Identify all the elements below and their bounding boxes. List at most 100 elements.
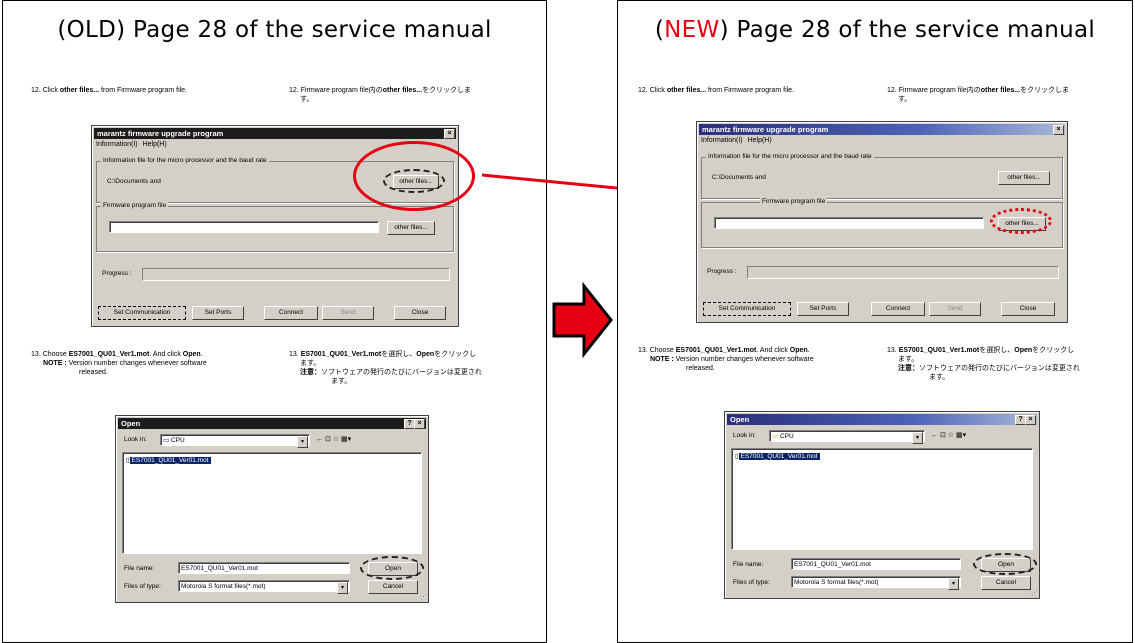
- look-in-value: CPU: [170, 437, 185, 444]
- file-list[interactable]: ▯ ES7001_QU01_Ver01.mot: [731, 448, 1033, 550]
- progress-bar: [142, 268, 450, 281]
- step-number: 12.: [31, 87, 41, 94]
- folder-icon: ▭: [772, 433, 779, 440]
- dialog-title: Open: [121, 419, 141, 428]
- group-label: Firmware program file: [101, 202, 169, 209]
- file-name-input[interactable]: ES7001_QU01_Ver01.mot: [791, 558, 961, 570]
- resize-grip-icon[interactable]: ⋰: [1031, 589, 1038, 597]
- files-of-type-select[interactable]: Motorola S format files(*.mot) ▾: [178, 580, 350, 594]
- note: NOTE : Version number changes whenever s…: [638, 356, 814, 363]
- send-button[interactable]: Send: [929, 302, 981, 316]
- file-name-input[interactable]: ES7001_QU01_Ver01.mot: [178, 562, 350, 574]
- send-button[interactable]: Send: [322, 306, 374, 320]
- note-text: ソフトウェアの発行のたびにバージョンは変更され: [919, 365, 1080, 372]
- look-in-select[interactable]: ▭ CPU ▾: [160, 434, 310, 448]
- close-icon[interactable]: ×: [1025, 415, 1036, 425]
- set-communication-button[interactable]: Set Communication: [98, 306, 186, 320]
- cancel-button[interactable]: Cancel: [981, 576, 1031, 590]
- dialog-titlebar: marantz firmware upgrade program ×: [699, 124, 1065, 135]
- info-file-path: C:\Documents and: [712, 174, 766, 181]
- chevron-down-icon[interactable]: ▾: [297, 436, 308, 448]
- dialog-titlebar: Open ? ×: [118, 418, 426, 429]
- cancel-button[interactable]: Cancel: [368, 580, 418, 594]
- other-files-button[interactable]: other files...: [998, 171, 1050, 185]
- close-icon[interactable]: ×: [1053, 125, 1064, 135]
- step-bold: ES7001_QU01_Ver1.mot: [300, 351, 382, 358]
- step-bold: Open: [182, 351, 201, 358]
- step-number: 12.: [638, 87, 648, 94]
- group-label: Information file for the micro processor…: [706, 153, 874, 160]
- note-text: ソフトウェアの発行のたびにバージョンは変更され: [321, 369, 482, 376]
- toolbar-icons[interactable]: ← ⊡ ☆ ▦▾: [316, 435, 351, 445]
- list-item[interactable]: ▯ ES7001_QU01_Ver01.mot: [126, 456, 211, 465]
- set-communication-button[interactable]: Set Communication: [703, 302, 791, 316]
- new-panel-title: (NEW) Page 28 of the service manual: [654, 17, 1096, 43]
- open-file-dialog: Open ? × Look in: ▭ CPU ▾ ← ⊡ ☆ ▦▾ ▯ ES70…: [115, 415, 429, 603]
- step-text: をクリックしま: [1020, 87, 1070, 94]
- note: NOTE : Version number changes whenever s…: [31, 360, 207, 367]
- step-text: を選択し、: [979, 347, 1015, 354]
- note-label: 注意：: [300, 369, 321, 376]
- title-text: Page 28 of the service manual: [736, 17, 1096, 43]
- chevron-down-icon[interactable]: ▾: [337, 582, 348, 594]
- file-name: ES7001_QU01_Ver01.mot: [738, 453, 820, 460]
- group-label: Firmware program file: [760, 198, 828, 205]
- menu-information[interactable]: Information(I): [96, 141, 138, 148]
- step-bold: Open: [416, 351, 435, 358]
- open-file-dialog: Open ? × Look in: ▭ CPU ▾ ← ⊡ ☆ ▦▾ ▯ ES70…: [724, 411, 1040, 599]
- note-text: Version number changes whenever software: [68, 360, 207, 367]
- other-files-button[interactable]: other files...: [387, 221, 435, 235]
- step-text: Firmware program file内の: [898, 87, 981, 94]
- note-text: released.: [79, 369, 108, 376]
- firmware-file-field[interactable]: [714, 217, 984, 229]
- firmware-upgrade-dialog: marantz firmware upgrade program × Infor…: [696, 121, 1068, 323]
- files-of-type-select[interactable]: Motorola S format files(*.mot) ▾: [791, 576, 961, 590]
- new-tag: NEW: [664, 17, 720, 43]
- menu-bar: Information(I) Help(H): [701, 137, 772, 144]
- menu-information[interactable]: Information(I): [701, 137, 743, 144]
- dialog-title: marantz firmware upgrade program: [702, 125, 829, 134]
- step-text: をクリックし: [434, 351, 477, 358]
- chevron-down-icon[interactable]: ▾: [948, 578, 959, 590]
- close-button[interactable]: Close: [394, 306, 446, 320]
- resize-grip-icon[interactable]: ⋰: [420, 593, 427, 601]
- dialog-title: Open: [730, 415, 750, 424]
- set-ports-button[interactable]: Set Ports: [797, 302, 849, 316]
- close-icon[interactable]: ×: [444, 129, 455, 139]
- note-text: ます。: [929, 374, 950, 381]
- step-text: from Firmware program file.: [706, 87, 795, 94]
- highlight-dashed-oval: [973, 553, 1037, 575]
- connect-button[interactable]: Connect: [871, 302, 925, 316]
- close-icon[interactable]: ×: [414, 419, 425, 429]
- step-text: . And click: [756, 347, 790, 354]
- step-number: 13.: [289, 351, 299, 358]
- menu-help[interactable]: Help(H): [748, 137, 772, 144]
- list-item[interactable]: ▯ ES7001_QU01_Ver01.mot: [735, 452, 820, 461]
- step-text: . And click: [149, 351, 183, 358]
- toolbar-icons[interactable]: ← ⊡ ☆ ▦▾: [931, 431, 966, 441]
- note-label: NOTE :: [43, 360, 69, 367]
- step-12-jp: 12. Firmware program file内のother files..…: [887, 86, 1069, 104]
- folder-icon: ▭: [163, 437, 170, 444]
- step-bold: ES7001_QU01_Ver1.mot: [675, 347, 757, 354]
- step-text: ます。: [300, 360, 321, 367]
- close-button[interactable]: Close: [1001, 302, 1055, 316]
- step-text: from Firmware program file.: [99, 87, 188, 94]
- look-in-select[interactable]: ▭ CPU ▾: [769, 430, 925, 444]
- file-list[interactable]: ▯ ES7001_QU01_Ver01.mot: [122, 452, 422, 554]
- info-file-group: Information file for the micro processor…: [701, 153, 1063, 199]
- step-12-en: 12. Click other files... from Firmware p…: [31, 86, 187, 95]
- connect-button[interactable]: Connect: [264, 306, 318, 320]
- set-ports-button[interactable]: Set Ports: [192, 306, 244, 320]
- progress-label: Progress :: [707, 268, 737, 275]
- step-number: 13.: [638, 347, 648, 354]
- old-manual-panel: (OLD) Page 28 of the service manual 12. …: [2, 0, 547, 643]
- look-in-label: Look in:: [124, 436, 147, 443]
- progress-label: Progress :: [102, 270, 132, 277]
- info-file-path: C:\Documents and: [107, 178, 161, 185]
- chevron-down-icon[interactable]: ▾: [912, 432, 923, 444]
- dialog-titlebar: marantz firmware upgrade program ×: [94, 128, 456, 139]
- step-text: Choose: [42, 351, 69, 358]
- menu-help[interactable]: Help(H): [143, 141, 167, 148]
- firmware-file-field[interactable]: [109, 221, 379, 233]
